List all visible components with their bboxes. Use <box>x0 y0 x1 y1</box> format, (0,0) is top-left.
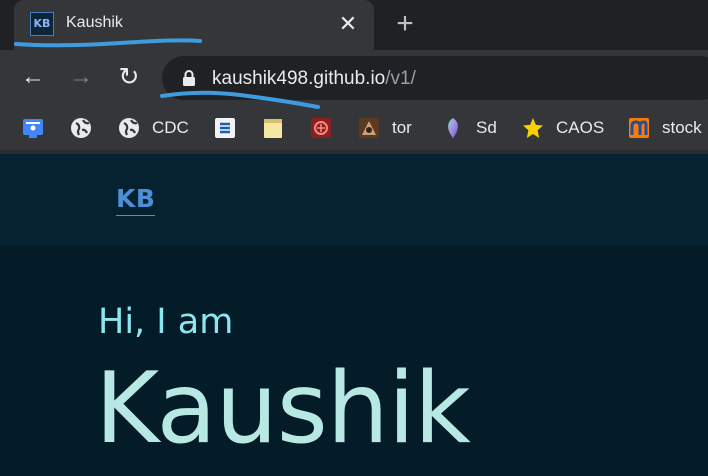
tor-icon <box>359 118 379 138</box>
bookmark-item[interactable] <box>22 114 44 142</box>
blue-app-icon <box>23 119 43 138</box>
back-button[interactable]: ← <box>18 62 48 92</box>
bookmark-caos[interactable]: CAOS <box>522 114 604 142</box>
site-header: KB <box>0 154 708 246</box>
star-icon <box>523 118 543 138</box>
tab-title: Kaushik <box>66 14 123 31</box>
tab-strip: KB Kaushik ✕ + <box>0 0 708 50</box>
bookmark-item[interactable] <box>214 114 236 142</box>
address-bar[interactable]: kaushik498.github.io/v1/ <box>162 56 708 100</box>
gem-icon <box>448 118 458 138</box>
hero-name: Kaushik <box>95 352 471 466</box>
stack-icon <box>215 118 235 138</box>
url-path: /v1/ <box>385 68 416 89</box>
lock-icon <box>183 70 195 86</box>
browser-tab[interactable]: KB Kaushik ✕ <box>14 0 374 50</box>
bookmark-stock[interactable]: stock <box>628 114 702 142</box>
hero-greeting: Hi, I am <box>98 302 234 342</box>
close-icon[interactable]: ✕ <box>336 12 360 36</box>
bookmark-item[interactable] <box>262 114 284 142</box>
tab-favicon-icon: KB <box>30 12 54 36</box>
reload-button[interactable]: ↻ <box>114 62 144 92</box>
bookmark-item[interactable] <box>310 114 332 142</box>
stock-icon <box>629 118 649 138</box>
url-text: kaushik498.github.io/v1/ <box>212 68 416 90</box>
bookmarks-bar: CDC tor Sd CAOS stock <box>0 106 708 150</box>
bookmark-tor[interactable]: tor <box>358 114 412 142</box>
bookmark-cdc[interactable]: CDC <box>118 114 189 142</box>
new-tab-button[interactable]: + <box>390 9 420 40</box>
bookmark-item[interactable] <box>70 114 92 142</box>
forward-button[interactable]: → <box>66 62 96 92</box>
bookmark-sd[interactable]: Sd <box>442 114 497 142</box>
browser-toolbar: ← → ↻ kaushik498.github.io/v1/ <box>0 50 708 106</box>
site-logo[interactable]: KB <box>116 184 156 216</box>
red-logo-icon <box>311 118 331 138</box>
notepad-icon <box>264 119 282 138</box>
url-host: kaushik498.github.io <box>212 68 386 89</box>
globe-icon <box>71 118 91 138</box>
globe-icon <box>119 118 139 138</box>
